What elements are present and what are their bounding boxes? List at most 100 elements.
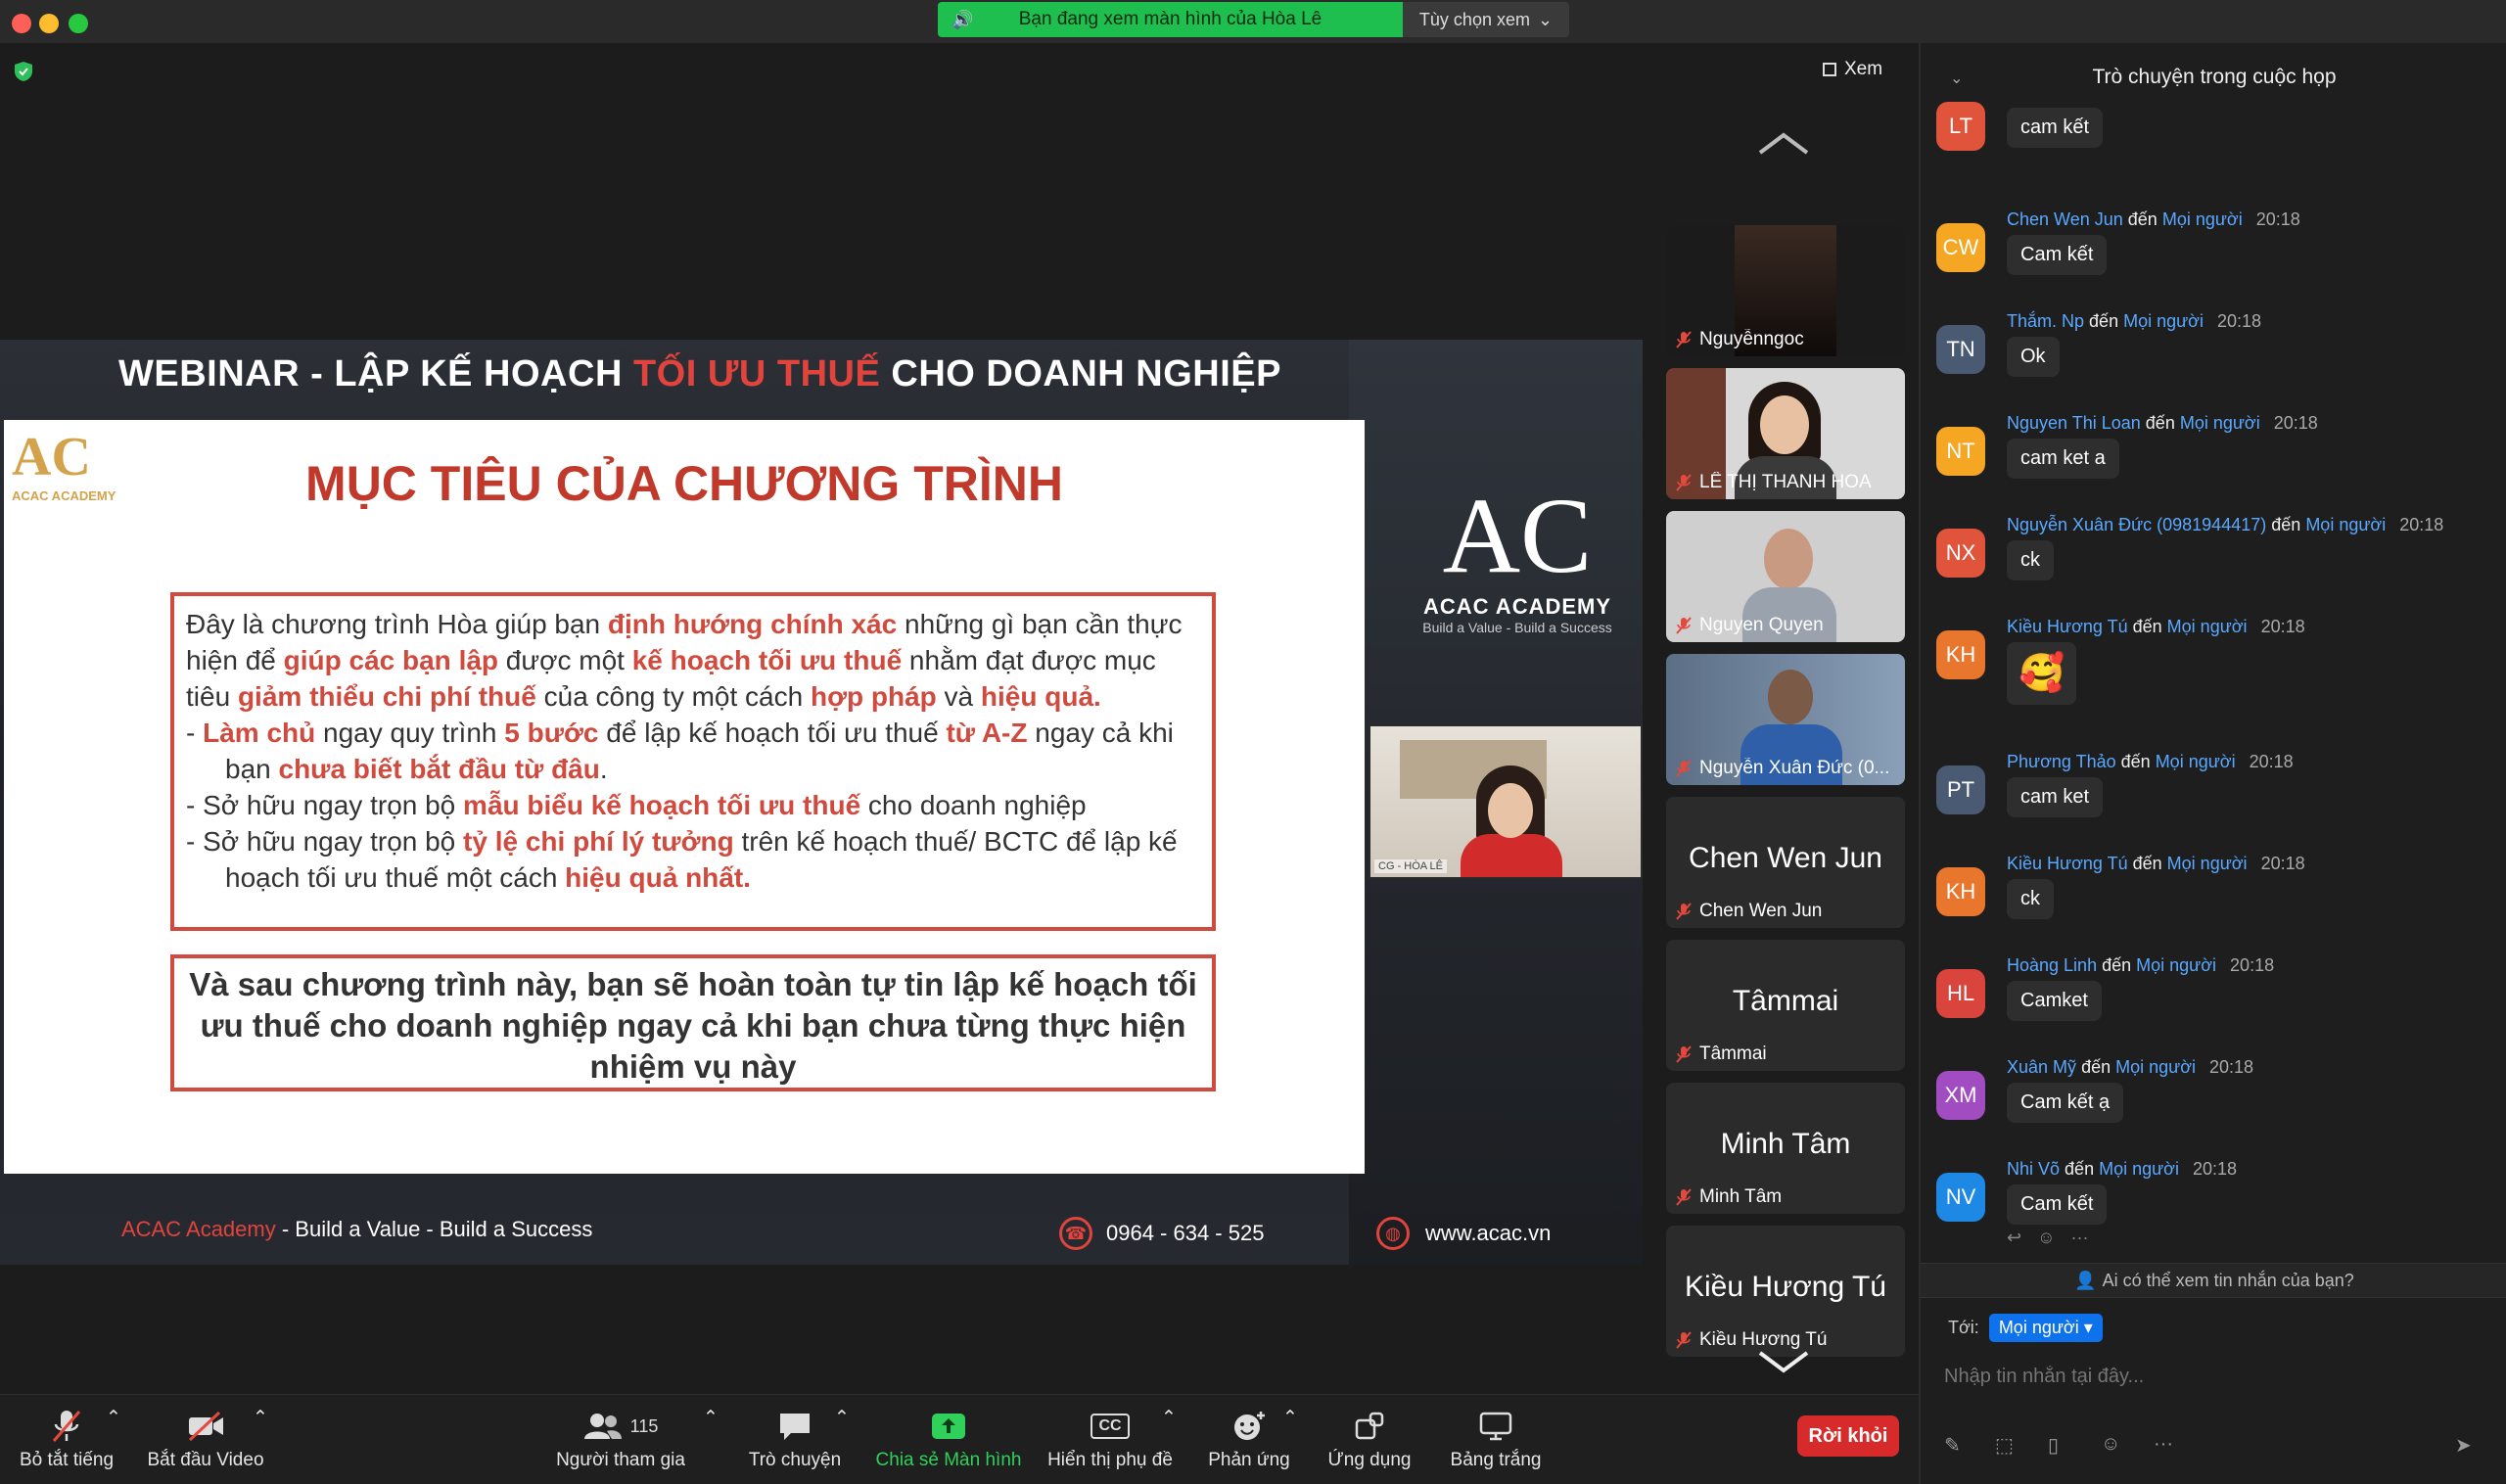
video-options-caret[interactable]: ⌃ (253, 1407, 268, 1477)
globe-icon: ◍ (1376, 1217, 1410, 1250)
chat-button[interactable]: Trò chuyện (744, 1407, 846, 1477)
avatar: KH (1936, 867, 1985, 916)
chat-header: ⌄ Trò chuyện trong cuộc họp (1921, 43, 2506, 112)
message-text: Ok (2007, 337, 2060, 377)
more-icon[interactable]: ··· (2070, 1228, 2088, 1248)
view-options-button[interactable]: Tùy chọn xem ⌄ (1403, 2, 1569, 37)
participant-tile[interactable]: LÊ THỊ THANH HOA (1666, 368, 1905, 499)
minimize-window-button[interactable] (39, 14, 59, 33)
show-captions-button[interactable]: CC Hiển thị phụ đề (1042, 1407, 1179, 1477)
message-text: cam ket (2007, 777, 2104, 817)
who-can-see-messages[interactable]: 👤 Ai có thể xem tin nhắn của bạn? (1921, 1263, 2506, 1298)
objective-bullet: - Sở hữu ngay trọn bộ mẫu biểu kế hoạch … (186, 790, 1087, 820)
chevron-down-icon: ⌄ (1537, 9, 1554, 29)
participant-tile[interactable]: Nguyen Quyen (1666, 511, 1905, 642)
view-layout-label: Xem (1844, 59, 1883, 79)
security-shield-icon[interactable] (14, 61, 33, 82)
participant-tile[interactable]: Tâmmai Tâmmai (1666, 940, 1905, 1071)
avatar: TN (1936, 325, 1985, 374)
message-meta: Nguyen Thi Loan đến Mọi người 20:18 (2007, 413, 2318, 433)
muted-microphone-icon (1676, 617, 1692, 634)
recipient-select[interactable]: Mọi người ▾ (1988, 1314, 2103, 1342)
screenshot-icon[interactable]: ⬚ (1995, 1433, 2014, 1458)
apps-icon (1355, 1412, 1384, 1440)
apps-button[interactable]: Ứng dụng (1318, 1407, 1421, 1477)
participant-name: Chen Wen Jun (1699, 901, 1823, 921)
view-layout-button[interactable]: Xem (1823, 59, 1882, 80)
share-screen-button[interactable]: Chia sẻ Màn hình (871, 1407, 1026, 1477)
participant-display-name: Tâmmai (1732, 985, 1839, 1017)
muted-microphone-icon (1676, 1045, 1692, 1063)
avatar: HL (1936, 969, 1985, 1018)
slide-footer: ACAC Academy - Build a Value - Build a S… (0, 1209, 1643, 1250)
participant-name: LÊ THỊ THANH HOA (1699, 472, 1872, 492)
participants-button[interactable]: 115 Người tham gia (554, 1407, 687, 1477)
share-screen-icon (932, 1414, 965, 1439)
muted-microphone-icon (1676, 474, 1692, 491)
objective-bullet: - Làm chủ ngay quy trình 5 bước để lập k… (186, 718, 1174, 784)
participant-tile[interactable]: Nguyễnngoc (1666, 225, 1905, 356)
presenter-tag: CG - HÒA LÊ (1374, 859, 1448, 873)
grid-icon (1823, 63, 1836, 76)
avatar: NX (1936, 529, 1985, 578)
chat-title: Trò chuyện trong cuộc họp (2092, 66, 2337, 88)
whiteboard-button[interactable]: Bảng trắng (1439, 1407, 1553, 1477)
message-text: Cam kết ạ (2007, 1083, 2124, 1123)
reply-icon[interactable]: ↩ (2007, 1228, 2021, 1248)
chat-options-caret[interactable]: ⌃ (834, 1407, 850, 1477)
objective-bullet: - Sở hữu ngay trọn bộ tỷ lệ chi phí lý t… (186, 826, 1178, 893)
avatar: PT (1936, 765, 1985, 814)
format-text-icon[interactable]: ✎ (1944, 1433, 1961, 1458)
message-text: cam ket a (2007, 439, 2119, 479)
participant-tile[interactable]: Minh Tâm Minh Tâm (1666, 1083, 1905, 1214)
to-label: Tới: (1948, 1318, 1979, 1337)
message-actions: ↩ ☺ ··· (2007, 1228, 2088, 1248)
avatar: NV (1936, 1173, 1985, 1222)
reactions-options-caret[interactable]: ⌃ (1282, 1407, 1298, 1477)
message-meta: Phương Thảo đến Mọi người 20:18 (2007, 752, 2294, 771)
participant-display-name: Minh Tâm (1720, 1128, 1851, 1160)
chevron-down-icon[interactable]: ⌄ (1950, 69, 1963, 88)
message-text: 🥰 (2007, 642, 2077, 705)
screen-sharing-banner: 🔊 Bạn đang xem màn hình của Hòa Lê (938, 2, 1403, 37)
send-icon[interactable]: ➤ (2455, 1433, 2472, 1458)
footer-website: www.acac.vn (1425, 1221, 1552, 1245)
start-video-button[interactable]: Bắt đầu Video (145, 1407, 266, 1477)
presenter-video[interactable]: CG - HÒA LÊ (1369, 724, 1643, 879)
slide-content-panel: AC ACAC ACADEMY MỤC TIÊU CỦA CHƯƠNG TRÌN… (4, 420, 1365, 1174)
view-options-label: Tùy chọn xem (1418, 9, 1530, 29)
audio-options-caret[interactable]: ⌃ (106, 1407, 121, 1477)
meeting-stage: Xem WEBINAR - LẬP KẾ HOẠCH TỐI ƯU THUẾ C… (0, 43, 1919, 1394)
captions-options-caret[interactable]: ⌃ (1161, 1407, 1177, 1477)
participant-name: Nguyễnngoc (1699, 329, 1804, 349)
avatar: CW (1936, 223, 1985, 272)
phone-icon: ☎ (1059, 1217, 1092, 1250)
zoom-window: 🔊 Bạn đang xem màn hình của Hòa Lê Tùy c… (0, 0, 2506, 1484)
gallery-scroll-up-icon[interactable] (1756, 129, 1811, 159)
close-window-button[interactable] (12, 14, 31, 33)
message-meta: Nhi Võ đến Mọi người 20:18 (2007, 1159, 2238, 1179)
more-options-icon[interactable]: ··· (2154, 1433, 2173, 1456)
chat-bubble-icon (780, 1414, 810, 1440)
avatar: NT (1936, 427, 1985, 476)
leave-meeting-button[interactable]: Rời khỏi (1797, 1415, 1899, 1457)
message-text: ck (2007, 879, 2054, 919)
avatar: XM (1936, 1071, 1985, 1120)
meeting-toolbar: Bỏ tắt tiếng ⌃ Bắt đầu Video ⌃ 115 Người… (0, 1394, 1919, 1484)
participants-options-caret[interactable]: ⌃ (703, 1407, 719, 1477)
add-reaction-icon[interactable]: ☺ (2037, 1228, 2055, 1248)
muted-microphone-icon (1676, 1188, 1692, 1206)
chat-message-input[interactable] (1944, 1347, 2483, 1406)
participant-tile[interactable]: Chen Wen Jun Chen Wen Jun (1666, 797, 1905, 928)
gallery-scroll-down-icon[interactable] (1756, 1347, 1811, 1376)
message-meta: Thắm. Np đến Mọi người 20:18 (2007, 311, 2262, 331)
emoji-icon[interactable]: ☺ (2101, 1433, 2120, 1456)
muted-microphone-icon (1676, 903, 1692, 920)
person-icon: 👤 (2074, 1270, 2097, 1290)
file-icon[interactable]: ▯ (2048, 1433, 2059, 1458)
participants-icon (583, 1414, 622, 1439)
participant-tile[interactable]: Kiều Hương Tú Kiều Hương Tú (1666, 1226, 1905, 1357)
participant-tile[interactable]: Nguyễn Xuân Đức (0... (1666, 654, 1905, 785)
maximize-window-button[interactable] (69, 14, 88, 33)
participant-name: Minh Tâm (1699, 1186, 1783, 1207)
